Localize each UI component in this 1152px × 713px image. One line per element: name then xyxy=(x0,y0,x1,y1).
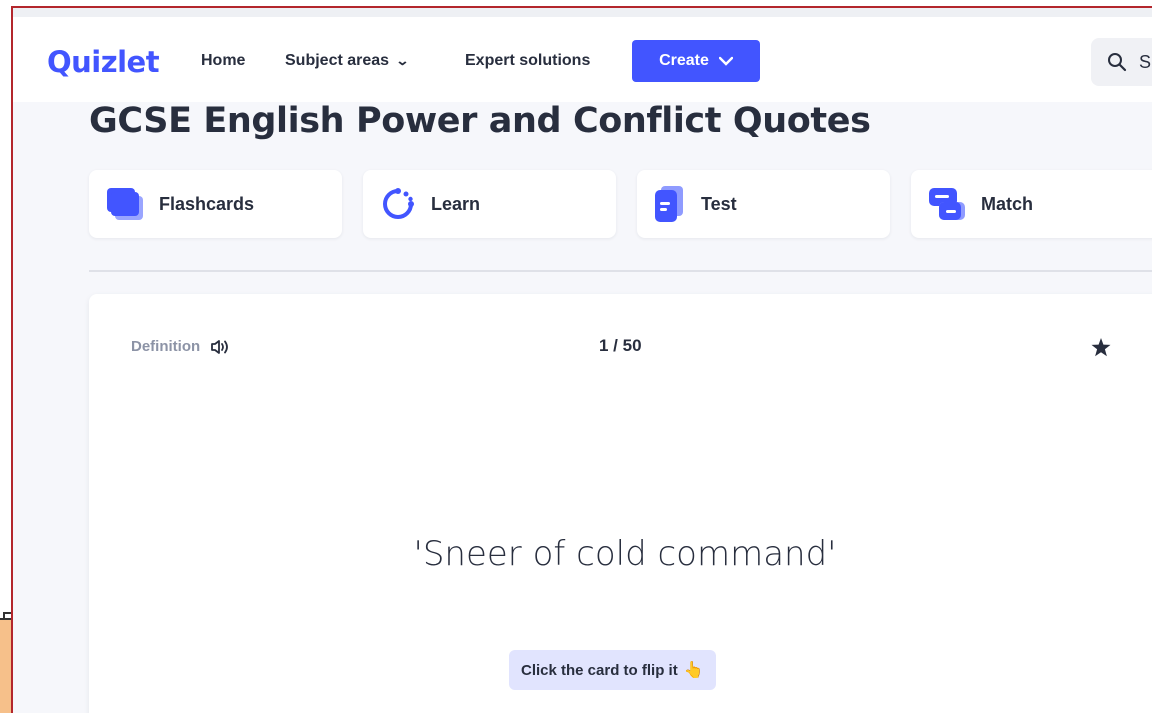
search-icon xyxy=(1108,53,1127,72)
card-side-indicator: Definition xyxy=(131,338,230,355)
card-counter: 1 / 50 xyxy=(599,336,642,355)
speaker-icon[interactable] xyxy=(210,339,230,355)
quizlet-logo[interactable]: Quizlet xyxy=(47,45,160,79)
match-icon xyxy=(929,188,965,220)
mode-test[interactable]: Test xyxy=(637,170,890,238)
nav-subject-areas-label: Subject areas xyxy=(285,52,390,69)
mode-match[interactable]: Match xyxy=(911,170,1152,238)
top-nav: Quizlet Home Subject areas ⌄ Expert solut… xyxy=(13,8,1152,102)
mode-label: Learn xyxy=(431,193,481,214)
create-button-label: Create xyxy=(659,52,709,69)
mode-label: Test xyxy=(701,193,737,214)
nav-subject-areas-menu[interactable]: Subject areas ⌄ xyxy=(285,52,410,70)
learn-icon xyxy=(383,188,414,219)
search-input[interactable]: S xyxy=(1091,38,1152,86)
mode-label: Flashcards xyxy=(159,193,255,214)
search-placeholder: S xyxy=(1139,51,1152,72)
set-title: GCSE English Power and Conflict Quotes xyxy=(89,101,871,141)
chevron-down-icon xyxy=(718,56,733,66)
flip-hint-label: Click the card to flip it xyxy=(521,661,678,679)
nav-home-link[interactable]: Home xyxy=(201,52,245,70)
card-term-text: 'Sneer of cold command' xyxy=(413,534,837,574)
create-button[interactable]: Create xyxy=(632,40,760,82)
flashcard[interactable]: Definition 1 / 50 'Sneer of cold command… xyxy=(89,294,1152,713)
mode-label: Match xyxy=(981,193,1034,214)
card-side-label: Definition xyxy=(131,338,201,355)
flip-hint: Click the card to flip it 👆 xyxy=(509,650,716,690)
mode-flashcards[interactable]: Flashcards xyxy=(89,170,342,238)
mode-learn[interactable]: Learn xyxy=(363,170,616,238)
test-icon xyxy=(655,186,683,222)
background-window-edge xyxy=(0,612,11,713)
section-divider xyxy=(89,270,1152,272)
flashcards-icon xyxy=(107,188,143,220)
nav-expert-solutions-link[interactable]: Expert solutions xyxy=(465,52,590,70)
browser-viewport: Quizlet Home Subject areas ⌄ Expert solut… xyxy=(11,6,1152,713)
chevron-down-icon: ⌄ xyxy=(395,53,410,68)
pointing-hand-icon: 👆 xyxy=(683,662,704,679)
star-icon[interactable] xyxy=(1091,338,1111,357)
